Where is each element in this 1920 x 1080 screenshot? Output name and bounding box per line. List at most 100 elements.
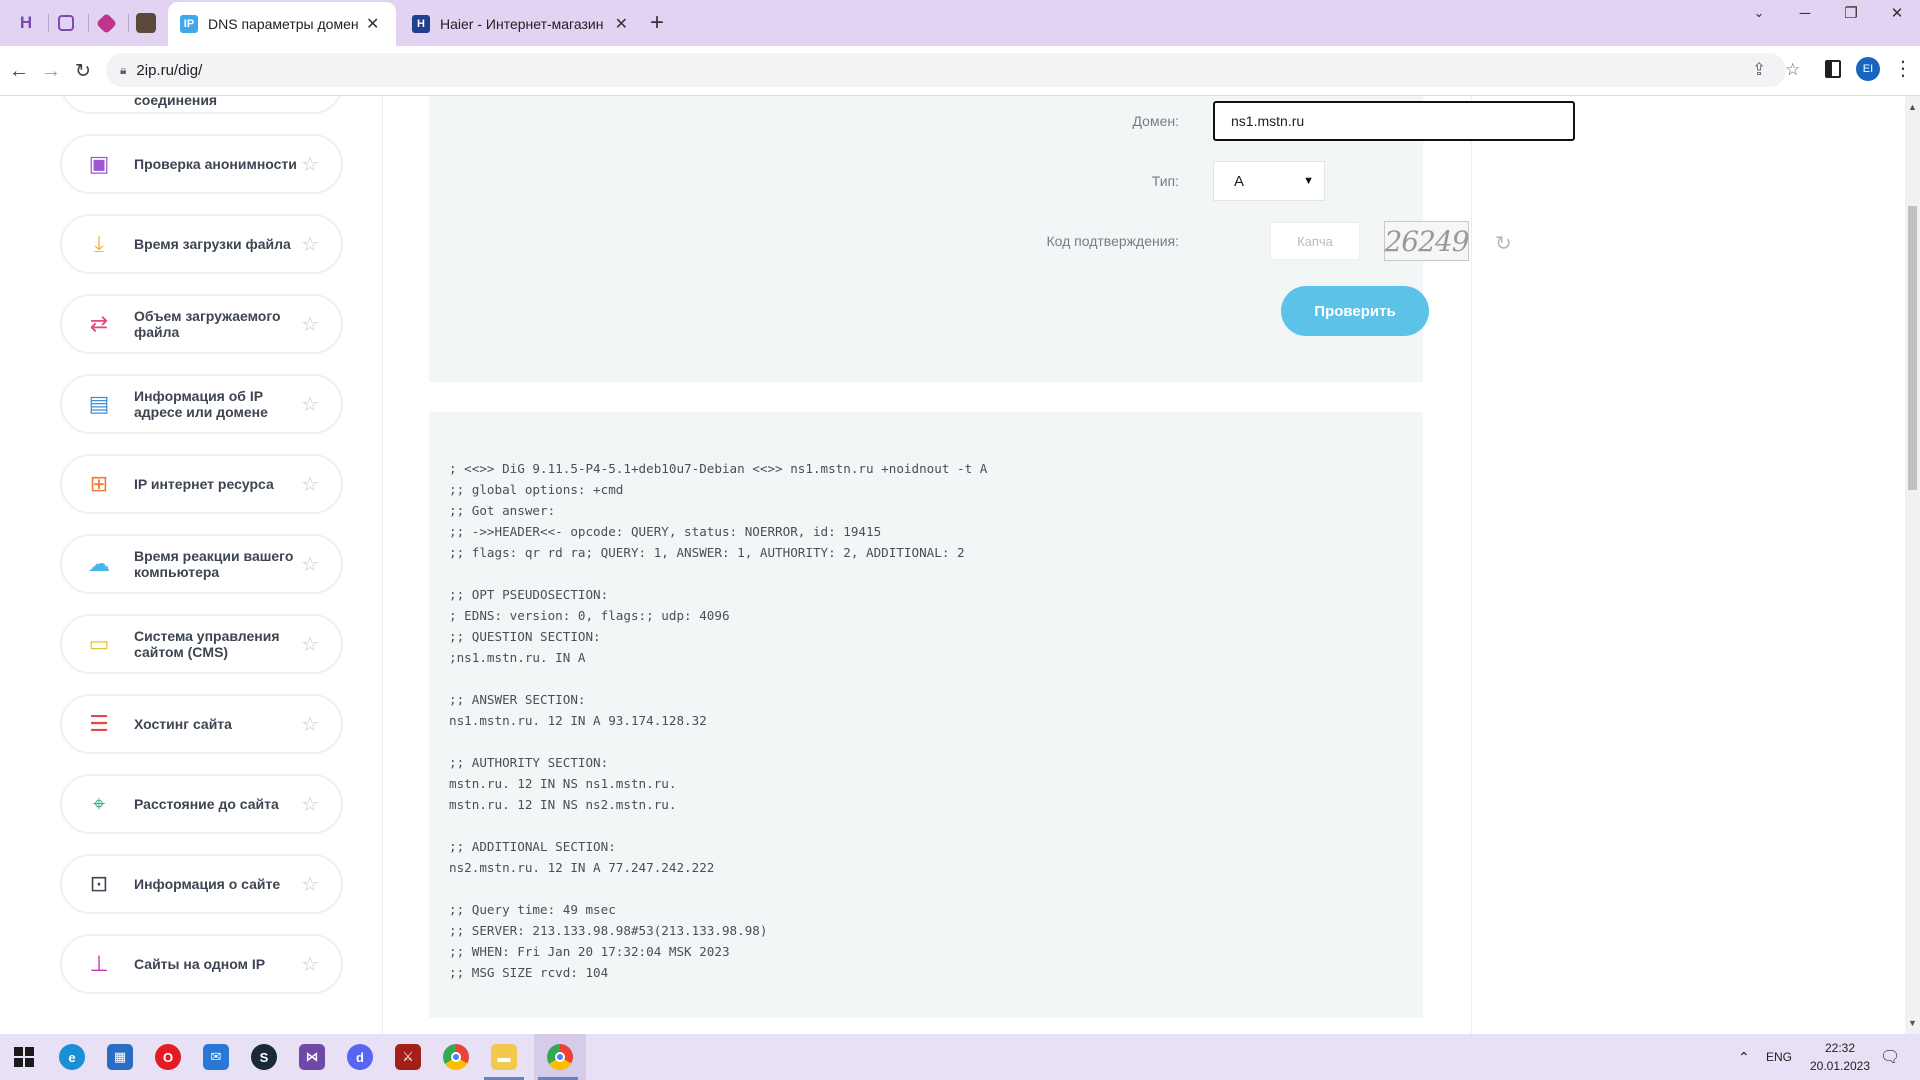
taskbar-opera[interactable]: O <box>144 1034 192 1080</box>
favorite-star-icon[interactable]: ☆ <box>301 632 319 657</box>
sidebar-divider <box>382 96 383 1034</box>
new-tab-button[interactable]: + <box>650 9 664 37</box>
sidebar-item[interactable]: ⊞ IP интернет ресурса ☆ <box>60 454 343 514</box>
browser-toolbar: ← → ↻ 🔒︎ 2ip.ru/dig/ ⇪ ☆ EI ⋮ <box>0 46 1920 96</box>
dig-output-line: ;; QUESTION SECTION: <box>449 629 601 644</box>
favorite-star-icon[interactable]: ☆ <box>301 872 319 897</box>
taskbar-explorer[interactable]: ▬ <box>480 1034 528 1080</box>
hexagon-logo-icon <box>95 12 117 34</box>
favorite-star-icon[interactable]: ☆ <box>301 792 319 817</box>
share-icon[interactable]: ⇪ <box>1752 60 1766 80</box>
captcha-image: 26249 <box>1384 221 1470 261</box>
dig-output-line: ;; global options: +cmd <box>449 482 624 497</box>
check-button[interactable]: Проверить <box>1281 286 1429 336</box>
favorite-star-icon[interactable]: ☆ <box>301 472 319 497</box>
sitemap-icon: ⊥ <box>89 951 109 976</box>
taskbar-edge[interactable]: e <box>48 1034 96 1080</box>
restore-button[interactable]: ❐ <box>1828 0 1874 26</box>
favorite-star-icon[interactable]: ☆ <box>301 312 319 337</box>
dig-output-line <box>449 731 987 752</box>
sidebar-item[interactable]: ⇄ Объем загружаемого файла ☆ <box>60 294 343 354</box>
scrollbar-thumb[interactable] <box>1908 206 1917 490</box>
sidebar-item[interactable]: ▭ Система управления сайтом (CMS) ☆ <box>60 614 343 674</box>
pinned-tab-3[interactable] <box>86 6 126 40</box>
tab-close-icon[interactable]: ✕ <box>366 14 379 34</box>
domain-input-value: ns1.mstn.ru <box>1231 113 1305 129</box>
dota-icon: ⚔ <box>395 1044 421 1070</box>
taskbar-clock[interactable]: 22:32 20.01.2023 <box>1800 1039 1880 1075</box>
scroll-down-icon[interactable]: ▼ <box>1908 1018 1917 1028</box>
side-panel-icon[interactable] <box>1825 60 1841 78</box>
sidebar-item-label: Система управления сайтом (CMS) <box>134 628 280 660</box>
pinned-tab-h[interactable]: H <box>6 6 46 40</box>
dig-output-line: ;; ADDITIONAL SECTION: <box>449 839 616 854</box>
sidebar-item[interactable]: ▣ Проверка анонимности ☆ <box>60 134 343 194</box>
taskbar-chrome-profile[interactable] <box>534 1034 586 1080</box>
sidebar-item[interactable]: ⌖ Расстояние до сайта ☆ <box>60 774 343 834</box>
tab-close-icon[interactable]: ✕ <box>615 14 628 34</box>
visual-studio-icon: ⋈ <box>299 1044 325 1070</box>
sidebar-item[interactable]: ☁ Время реакции вашего компьютера ☆ <box>60 534 343 594</box>
sidebar-item[interactable]: ⇅соединения☆ <box>60 96 343 114</box>
favorite-star-icon[interactable]: ☆ <box>301 552 319 577</box>
favorite-star-icon[interactable]: ☆ <box>301 152 319 177</box>
taskbar-chrome[interactable] <box>432 1034 480 1080</box>
forward-button[interactable]: → <box>36 56 66 86</box>
server-icon: ☰ <box>89 711 109 736</box>
notifications-icon[interactable]: 🗨︎ <box>1880 1034 1900 1080</box>
record-type-select[interactable]: A ▼ <box>1213 161 1325 201</box>
profile-avatar[interactable]: EI <box>1856 57 1880 81</box>
taskbar-steam[interactable]: S <box>240 1034 288 1080</box>
sidebar-item-label: IP интернет ресурса <box>134 476 274 492</box>
refresh-captcha-icon[interactable]: ↻ <box>1495 231 1512 256</box>
mail-icon: ✉ <box>203 1044 229 1070</box>
tab-search-chevron-icon[interactable]: ⌄ <box>1736 0 1782 26</box>
page-scrollbar[interactable]: ▲ ▼ <box>1905 96 1920 1034</box>
sidebar-item[interactable]: ☰ Хостинг сайта ☆ <box>60 694 343 754</box>
dig-output-line: ;; Query time: 49 msec <box>449 902 616 917</box>
close-window-button[interactable]: ✕ <box>1874 0 1920 26</box>
sidebar-item-label: Информация об IP адресе или домене <box>134 388 268 420</box>
sidebar-item[interactable]: ⊥ Сайты на одном IP ☆ <box>60 934 343 994</box>
dig-output-line <box>449 563 987 584</box>
taskbar-visual-studio[interactable]: ⋈ <box>288 1034 336 1080</box>
minimize-button[interactable]: ─ <box>1782 0 1828 26</box>
start-button[interactable] <box>0 1034 48 1080</box>
taskbar-dota[interactable]: ⚔ <box>384 1034 432 1080</box>
page-content: ⇅соединения☆ ▣Проверка анонимности☆ ⤓Время… <box>0 96 1905 1034</box>
captcha-placeholder: Капча <box>1297 233 1333 249</box>
dig-output-line: mstn.ru. 12 IN NS ns1.mstn.ru. <box>449 776 677 791</box>
sidebar-item-label: Время реакции вашего компьютера <box>134 548 294 580</box>
favorite-star-icon[interactable]: ☆ <box>301 712 319 737</box>
browser-menu-icon[interactable]: ⋮ <box>1893 56 1913 81</box>
scroll-up-icon[interactable]: ▲ <box>1908 102 1917 112</box>
taskbar-discord[interactable]: d <box>336 1034 384 1080</box>
captcha-input[interactable]: Капча <box>1270 222 1360 260</box>
pinned-tab-2[interactable] <box>46 6 86 40</box>
taskbar-mail[interactable]: ✉ <box>192 1034 240 1080</box>
dig-output-line: ;; ANSWER SECTION: <box>449 692 586 707</box>
clock-date: 20.01.2023 <box>1809 1059 1871 1073</box>
tab-haier[interactable]: H Haier - Интернет-магазин бытовой ✕ <box>400 2 640 46</box>
bookmark-star-icon[interactable]: ☆ <box>1785 60 1800 80</box>
language-indicator[interactable]: ENG <box>1766 1034 1792 1080</box>
sidebar-item[interactable]: ⤓ Время загрузки файла ☆ <box>60 214 343 274</box>
dig-output-line: ;; WHEN: Fri Jan 20 17:32:04 MSK 2023 <box>449 944 730 959</box>
sidebar-item[interactable]: ⊡ Информация о сайте ☆ <box>60 854 343 914</box>
tray-chevron-up-icon[interactable]: ⌃ <box>1738 1034 1750 1080</box>
dig-output-line: ;; flags: qr rd ra; QUERY: 1, ANSWER: 1,… <box>449 545 965 560</box>
taskbar-store[interactable]: ▦ <box>96 1034 144 1080</box>
address-bar[interactable]: 🔒︎ 2ip.ru/dig/ <box>106 53 1786 87</box>
domain-input[interactable]: ns1.mstn.ru <box>1213 101 1575 141</box>
file-size-icon: ⇄ <box>89 311 109 336</box>
tab-dns[interactable]: IP DNS параметры домена ✕ <box>168 2 396 46</box>
favorite-star-icon[interactable]: ☆ <box>301 392 319 417</box>
sidebar-item[interactable]: ▤ Информация об IP адресе или домене ☆ <box>60 374 343 434</box>
favorite-star-icon[interactable]: ☆ <box>301 232 319 257</box>
reload-button[interactable]: ↻ <box>68 56 98 86</box>
pinned-tab-4[interactable] <box>126 6 166 40</box>
back-button[interactable]: ← <box>4 56 34 86</box>
sidebar-item-label: Проверка анонимности <box>134 156 297 172</box>
favorite-star-icon[interactable]: ☆ <box>301 952 319 977</box>
windows-logo-icon <box>14 1047 34 1067</box>
